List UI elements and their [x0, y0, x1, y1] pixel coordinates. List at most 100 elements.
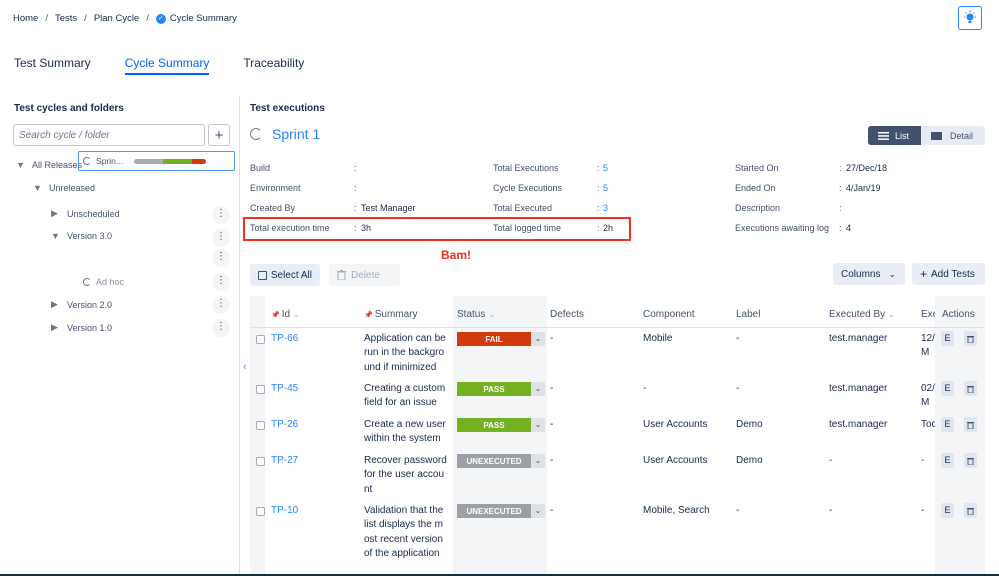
column-header-component[interactable]: Component	[643, 309, 695, 320]
tree-item-sprint-1[interactable]: Sprin...	[78, 151, 235, 171]
status-badge[interactable]: PASS	[457, 418, 531, 432]
caret-right-icon[interactable]: ▶	[51, 299, 59, 310]
executions-panel-title: Test executions	[250, 103, 325, 114]
chevron-down-icon[interactable]: ⌄	[531, 418, 545, 432]
column-header-summary[interactable]: 📌 Summary	[364, 309, 418, 320]
row-checkbox[interactable]	[256, 457, 265, 466]
tree-item-version-3[interactable]: ▼ Version 3.0	[51, 231, 112, 241]
column-header-status[interactable]: Status ⌄	[457, 309, 495, 320]
info-value-created-by: Test Manager	[361, 203, 416, 213]
edit-execution-button[interactable]: E	[941, 381, 954, 396]
delete-execution-button[interactable]	[964, 503, 977, 518]
issue-summary: Create a new user within the system	[364, 418, 452, 447]
executed-on-cell: Toc	[921, 418, 935, 432]
defects-cell: -	[550, 333, 554, 344]
tree-item-all-releases[interactable]: ▼ All Releases	[16, 160, 82, 170]
column-header-label: Summary	[374, 309, 418, 320]
tab-test-summary[interactable]: Test Summary	[14, 56, 91, 75]
delete-button[interactable]: Delete	[329, 264, 400, 286]
breadcrumb-plan-cycle[interactable]: Plan Cycle	[94, 13, 139, 24]
tree-item-unreleased[interactable]: ▼ Unreleased	[33, 183, 95, 193]
label-cell: -	[736, 505, 740, 516]
executed-on-line: -	[921, 455, 925, 466]
more-options-icon[interactable]: ⋮	[212, 229, 230, 247]
info-colon: :	[839, 223, 842, 233]
detail-view-button[interactable]: Detail	[921, 126, 985, 145]
more-options-icon[interactable]: ⋮	[212, 206, 230, 224]
label-cell: -	[736, 333, 740, 344]
summary-line: und if minimized	[364, 361, 437, 373]
breadcrumb-tests[interactable]: Tests	[55, 13, 77, 24]
delete-execution-button[interactable]	[964, 381, 977, 396]
executed-by-cell: test.manager	[829, 383, 888, 394]
info-value-cycle-executions[interactable]: 5	[603, 183, 608, 193]
issue-id-link[interactable]: TP-66	[271, 332, 298, 346]
more-options-icon[interactable]: ⋮	[212, 319, 230, 337]
status-badge[interactable]: UNEXECUTED	[457, 454, 531, 468]
plus-icon: +	[920, 267, 928, 281]
row-checkbox[interactable]	[256, 421, 265, 430]
more-options-icon[interactable]: ⋮	[212, 273, 230, 291]
caret-down-icon[interactable]: ▼	[33, 183, 42, 193]
caret-down-icon[interactable]: ▼	[51, 231, 60, 241]
chevron-down-icon[interactable]: ⌄	[531, 504, 545, 518]
delete-label: Delete	[351, 269, 380, 281]
tab-traceability[interactable]: Traceability	[243, 56, 304, 75]
edit-execution-button[interactable]: E	[941, 453, 954, 468]
edit-execution-button[interactable]: E	[941, 331, 954, 346]
breadcrumb-home[interactable]: Home	[13, 13, 38, 24]
add-cycle-button[interactable]: +	[208, 124, 230, 146]
trash-icon	[337, 270, 346, 280]
chevron-down-icon[interactable]: ⌄	[531, 332, 545, 346]
delete-execution-button[interactable]	[964, 453, 977, 468]
lightbulb-button[interactable]	[958, 6, 982, 30]
row-checkbox[interactable]	[256, 385, 265, 394]
delete-execution-button[interactable]	[964, 417, 977, 432]
select-all-button[interactable]: Select All	[250, 264, 320, 286]
column-header-executed-on[interactable]: Exe	[921, 309, 935, 320]
list-view-label: List	[895, 130, 910, 141]
column-header-defects[interactable]: Defects	[550, 309, 584, 320]
issue-summary: Application can be run in the backgro und …	[364, 332, 452, 375]
summary-line: run in the backgro	[364, 347, 445, 359]
info-value-total-executions[interactable]: 5	[603, 163, 608, 173]
tree-item-version-2[interactable]: ▶ Version 2.0	[51, 299, 112, 310]
tree-item-version-1[interactable]: ▶ Version 1.0	[51, 322, 112, 333]
more-options-icon[interactable]: ⋮	[212, 249, 230, 267]
chevron-down-icon[interactable]: ⌄	[531, 382, 545, 396]
status-badge[interactable]: UNEXECUTED	[457, 504, 531, 518]
status-badge[interactable]: FAIL	[457, 332, 531, 346]
add-tests-button[interactable]: + Add Tests	[912, 263, 985, 285]
tab-cycle-summary[interactable]: Cycle Summary	[124, 56, 210, 75]
row-checkbox[interactable]	[256, 335, 265, 344]
caret-down-icon[interactable]: ▼	[16, 160, 25, 170]
issue-summary: Creating a custom field for an issue	[364, 382, 452, 411]
issue-id-link[interactable]: TP-10	[271, 504, 298, 518]
executed-on-line: 12/	[921, 333, 935, 344]
delete-execution-button[interactable]	[964, 331, 977, 346]
pin-icon: 📌	[271, 312, 280, 319]
edit-execution-button[interactable]: E	[941, 417, 954, 432]
caret-right-icon[interactable]: ▶	[51, 322, 59, 333]
columns-button[interactable]: Columns ⌄	[833, 263, 905, 285]
info-label-total-executed: Total Executed	[493, 203, 553, 213]
info-value-total-executed[interactable]: 3	[603, 203, 608, 213]
row-checkbox[interactable]	[256, 507, 265, 516]
chevron-down-icon[interactable]: ⌄	[531, 454, 545, 468]
caret-right-icon[interactable]: ▶	[51, 208, 59, 219]
column-header-label[interactable]: Label	[736, 309, 760, 320]
issue-id-link[interactable]: TP-26	[271, 418, 298, 432]
issue-id-link[interactable]: TP-45	[271, 382, 298, 396]
tree-item-ad-hoc[interactable]: Ad hoc	[83, 277, 124, 287]
issue-id-link[interactable]: TP-27	[271, 454, 298, 468]
search-input[interactable]	[13, 124, 205, 146]
list-view-button[interactable]: List	[868, 126, 921, 145]
tree-item-unscheduled[interactable]: ▶ Unscheduled	[51, 208, 120, 219]
defects-cell: -	[550, 505, 554, 516]
column-header-executed-by[interactable]: Executed By ⌄	[829, 309, 895, 320]
status-badge[interactable]: PASS	[457, 382, 531, 396]
edit-execution-button[interactable]: E	[941, 503, 954, 518]
column-header-id[interactable]: 📌 Id ⌄	[271, 309, 300, 320]
collapse-panel-icon[interactable]: ‹	[243, 361, 247, 373]
more-options-icon[interactable]: ⋮	[212, 296, 230, 314]
